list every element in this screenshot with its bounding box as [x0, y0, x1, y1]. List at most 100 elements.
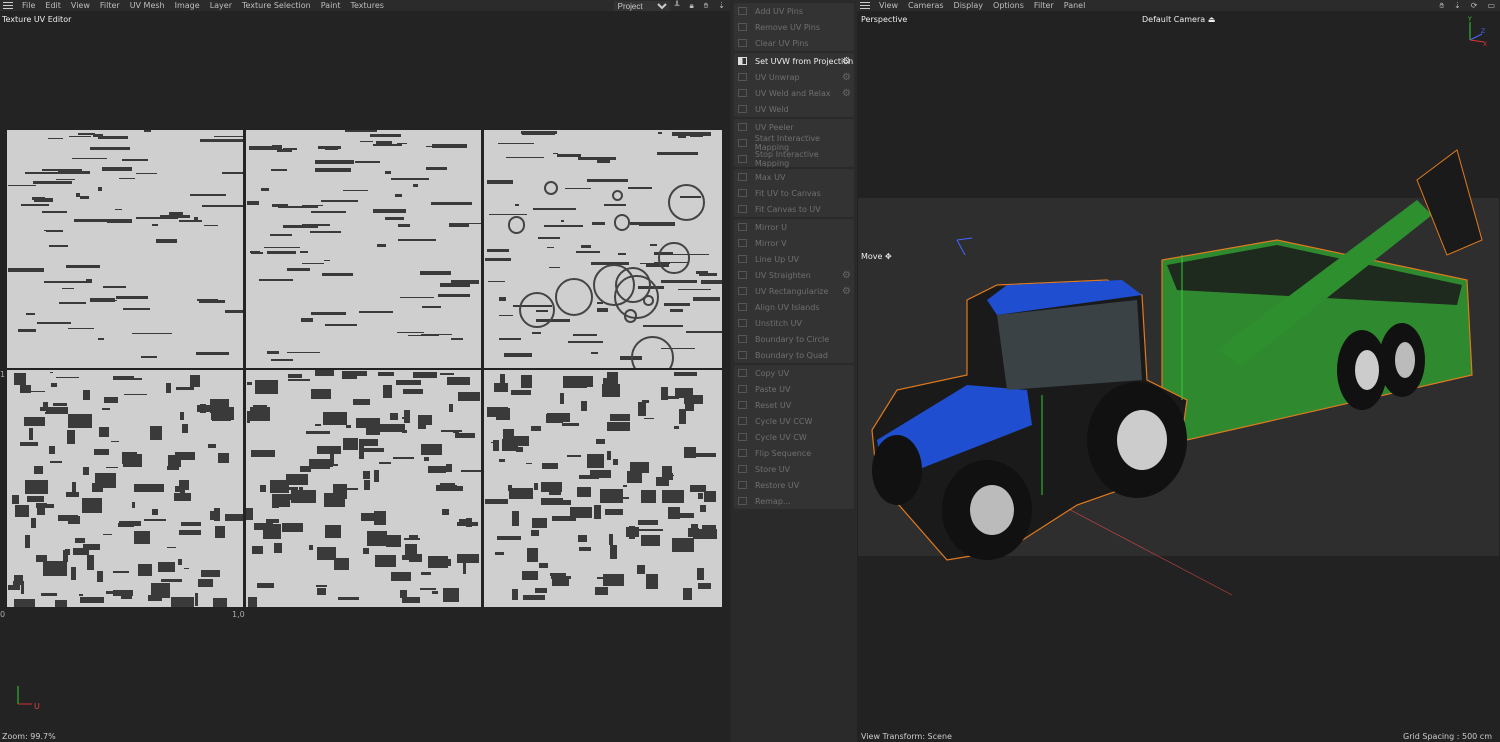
command-icon — [738, 39, 747, 47]
command-label: Cycle UV CCW — [755, 416, 813, 426]
command-max-uv[interactable]: Max UV — [734, 169, 854, 185]
command-copy-uv[interactable]: Copy UV — [734, 365, 854, 381]
command-uv-peeler[interactable]: UV Peeler — [734, 119, 854, 135]
view-transform-status: View Transform: Scene — [861, 732, 952, 741]
project-select[interactable]: Project — [613, 0, 670, 11]
tractor[interactable] — [871, 279, 1188, 561]
command-unstitch-uv[interactable]: Unstitch UV — [734, 315, 854, 331]
move-down-icon[interactable]: ⇣ — [713, 1, 730, 10]
command-boundary-to-quad[interactable]: Boundary to Quad — [734, 347, 854, 363]
command-icon — [738, 239, 747, 247]
maximize-panel-icon[interactable]: ▭ — [1482, 1, 1500, 10]
menu-display[interactable]: Display — [949, 1, 989, 10]
menu-filter[interactable]: Filter — [1029, 1, 1059, 10]
command-set-uvw-from-projection[interactable]: Set UVW from Projection ⚙ — [734, 53, 854, 69]
hand-pan-icon[interactable]: ✋︎ — [1434, 1, 1449, 11]
command-uv-weld[interactable]: UV Weld — [734, 101, 854, 117]
hamburger-menu-icon[interactable] — [3, 2, 13, 9]
texture-uv-editor-panel: File Edit View Filter UV Mesh Image Laye… — [0, 0, 730, 742]
menu-cameras[interactable]: Cameras — [903, 1, 949, 10]
command-clear-uv-pins[interactable]: Clear UV Pins — [734, 35, 854, 51]
command-group: Copy UV Paste UV Reset UV Cycle UV CCW Cycle… — [734, 365, 854, 509]
axis-x-label: X — [1483, 41, 1487, 46]
command-icon — [738, 335, 747, 343]
hamburger-menu-icon[interactable] — [860, 2, 870, 9]
command-label: Align UV Islands — [755, 302, 820, 312]
menu-layer[interactable]: Layer — [205, 1, 237, 10]
scene-3d-view[interactable] — [857, 140, 1500, 600]
command-icon — [738, 433, 747, 441]
command-label: Set UVW from Projection — [755, 56, 854, 66]
menu-view[interactable]: View — [66, 1, 95, 10]
command-fit-canvas-to-uv[interactable]: Fit Canvas to UV — [734, 201, 854, 217]
command-remove-uv-pins[interactable]: Remove UV Pins — [734, 19, 854, 35]
command-mirror-v[interactable]: Mirror V — [734, 235, 854, 251]
uv-editor-menubar: File Edit View Filter UV Mesh Image Laye… — [0, 0, 730, 11]
gear-icon[interactable]: ⚙ — [842, 286, 851, 297]
command-add-uv-pins[interactable]: Add UV Pins — [734, 3, 854, 19]
viewport-panel: View Cameras Display Options Filter Pane… — [857, 0, 1500, 742]
command-align-uv-islands[interactable]: Align UV Islands — [734, 299, 854, 315]
command-boundary-to-circle[interactable]: Boundary to Circle — [734, 331, 854, 347]
command-label: Copy UV — [755, 368, 790, 378]
gear-icon[interactable]: ⚙ — [842, 88, 851, 99]
grain-cart-trailer[interactable] — [1161, 149, 1483, 441]
command-uv-unwrap[interactable]: UV Unwrap ⚙ — [734, 69, 854, 85]
menu-texture-selection[interactable]: Texture Selection — [237, 1, 316, 10]
hand-pan-icon[interactable]: ✋︎ — [699, 1, 714, 11]
command-icon — [738, 57, 747, 65]
command-uv-rectangularize[interactable]: UV Rectangularize ⚙ — [734, 283, 854, 299]
command-mirror-u[interactable]: Mirror U — [734, 219, 854, 235]
command-group: Set UVW from Projection ⚙ UV Unwrap ⚙ UV Wel… — [734, 53, 854, 117]
command-icon — [738, 223, 747, 231]
command-icon — [738, 7, 747, 15]
menu-options[interactable]: Options — [988, 1, 1029, 10]
gear-icon[interactable]: ⚙ — [842, 72, 851, 83]
command-stop-interactive-mapping[interactable]: Stop Interactive Mapping — [734, 150, 854, 168]
rotate-icon[interactable]: ⟳ — [1466, 1, 1483, 10]
uv-commands-panel: Add UV Pins Remove UV Pins Clear UV Pins Se… — [731, 0, 857, 742]
view-axis-gizmo: Y Z X — [1467, 16, 1487, 46]
histogram-icon[interactable]: ╨ — [670, 1, 685, 10]
command-fit-uv-to-canvas[interactable]: Fit UV to Canvas — [734, 185, 854, 201]
menu-paint[interactable]: Paint — [316, 1, 346, 10]
uv-tile — [7, 370, 243, 607]
command-cycle-uv-ccw[interactable]: Cycle UV CCW — [734, 413, 854, 429]
command-flip-sequence[interactable]: Flip Sequence — [734, 445, 854, 461]
menu-textures[interactable]: Textures — [346, 1, 389, 10]
command-line-up-uv[interactable]: Line Up UV — [734, 251, 854, 267]
command-start-interactive-mapping[interactable]: Start Interactive Mapping — [734, 134, 854, 152]
command-reset-uv[interactable]: Reset UV — [734, 397, 854, 413]
command-label: Remove UV Pins — [755, 22, 820, 32]
command-remap[interactable]: Remap... — [734, 493, 854, 509]
menu-edit[interactable]: Edit — [40, 1, 66, 10]
command-icon — [738, 465, 747, 473]
command-label: UV Peeler — [755, 122, 794, 132]
menu-image[interactable]: Image — [170, 1, 205, 10]
command-label: Cycle UV CW — [755, 432, 807, 442]
command-label: Unstitch UV — [755, 318, 802, 328]
menu-filter[interactable]: Filter — [95, 1, 125, 10]
command-group: Max UV Fit UV to Canvas Fit Canvas to UV — [734, 169, 854, 217]
command-store-uv[interactable]: Store UV — [734, 461, 854, 477]
gear-icon[interactable]: ⚙ — [842, 270, 851, 281]
command-restore-uv[interactable]: Restore UV — [734, 477, 854, 493]
menu-panel[interactable]: Panel — [1059, 1, 1091, 10]
command-paste-uv[interactable]: Paste UV — [734, 381, 854, 397]
move-down-icon[interactable]: ⇣ — [1449, 1, 1466, 10]
uv-u-end-label: 1,0 — [232, 610, 245, 619]
menu-uv-mesh[interactable]: UV Mesh — [125, 1, 170, 10]
gear-icon[interactable]: ⚙ — [842, 56, 851, 67]
lock-icon[interactable]: 🔒︎ — [684, 1, 698, 11]
command-label: UV Straighten — [755, 270, 811, 280]
command-cycle-uv-cw[interactable]: Cycle UV CW — [734, 429, 854, 445]
menu-view[interactable]: View — [874, 1, 903, 10]
command-uv-straighten[interactable]: UV Straighten ⚙ — [734, 267, 854, 283]
camera-name[interactable]: Default Camera ⏏ — [1142, 15, 1215, 24]
menu-file[interactable]: File — [17, 1, 40, 10]
uv-tile — [246, 370, 481, 607]
zoom-status: Zoom: 99.7% — [2, 732, 56, 741]
view-name[interactable]: Perspective — [861, 15, 907, 24]
command-label: Mirror V — [755, 238, 787, 248]
command-uv-weld-and-relax[interactable]: UV Weld and Relax ⚙ — [734, 85, 854, 101]
